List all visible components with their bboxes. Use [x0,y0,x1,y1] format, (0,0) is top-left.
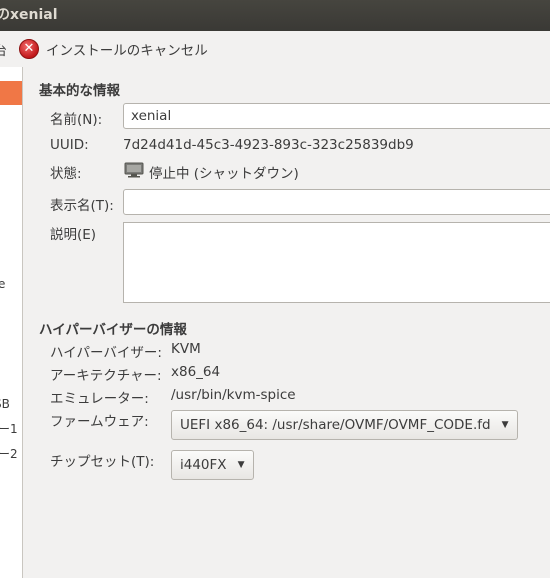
cancel-install-button[interactable]: ✕ インストールのキャンセル [19,37,208,61]
sidebar-selected-item[interactable] [0,81,22,105]
description-textarea[interactable] [123,222,550,303]
uuid-label: UUID: [50,137,89,153]
chipset-label: チップセット(T): [50,454,155,470]
sidebar-item-label[interactable]: SB [0,397,10,411]
window-title: のxenial [0,7,58,23]
firmware-select-value: UEFI x86_64: /usr/share/OVMF/OVMF_CODE.f… [180,417,491,433]
firmware-select[interactable]: UEFI x86_64: /usr/share/OVMF/OVMF_CODE.f… [171,410,518,440]
sidebar-item-label[interactable]: ー2 [0,445,18,462]
basic-info-title: 基本的な情報 [39,83,120,99]
cancel-install-label: インストールのキャンセル [46,43,208,59]
chevron-down-icon: ▼ [501,420,509,430]
architecture-label: アーキテクチャー: [50,368,162,384]
display-name-field[interactable] [123,189,550,215]
emulator-value: /usr/bin/kvm-spice [171,387,296,403]
state-value: 停止中 (シャットダウン) [149,166,299,182]
hypervisor-label: ハイパーバイザー: [50,345,162,361]
display-name-label: 表示名(T): [50,198,114,214]
firmware-label: ファームウェア: [50,414,149,430]
window-titlebar: のxenial [0,0,550,31]
sidebar-item-label[interactable]: ー1 [0,420,18,437]
toolbar: 台 ✕ インストールのキャンセル [0,31,550,67]
sidebar: e SB ー1 ー2 [0,67,23,578]
sidebar-item-label[interactable]: e [0,277,5,291]
architecture-value: x86_64 [171,364,221,380]
uuid-value: 7d24d41d-45c3-4923-893c-323c25839db9 [123,137,414,153]
chipset-select[interactable]: i440FX ▼ [171,450,254,480]
name-label: 名前(N): [50,112,103,128]
monitor-icon [124,162,144,178]
cancel-icon: ✕ [19,39,39,59]
chipset-select-value: i440FX [180,457,227,473]
state-label: 状態: [50,166,82,182]
name-field[interactable]: xenial [123,103,550,129]
hypervisor-value: KVM [171,341,201,357]
description-label: 説明(E) [50,227,97,243]
hypervisor-info-title: ハイパーバイザーの情報 [39,322,187,338]
emulator-label: エミュレーター: [50,391,149,407]
chevron-down-icon: ▼ [237,460,245,470]
toolbar-cut-label[interactable]: 台 [0,40,7,59]
